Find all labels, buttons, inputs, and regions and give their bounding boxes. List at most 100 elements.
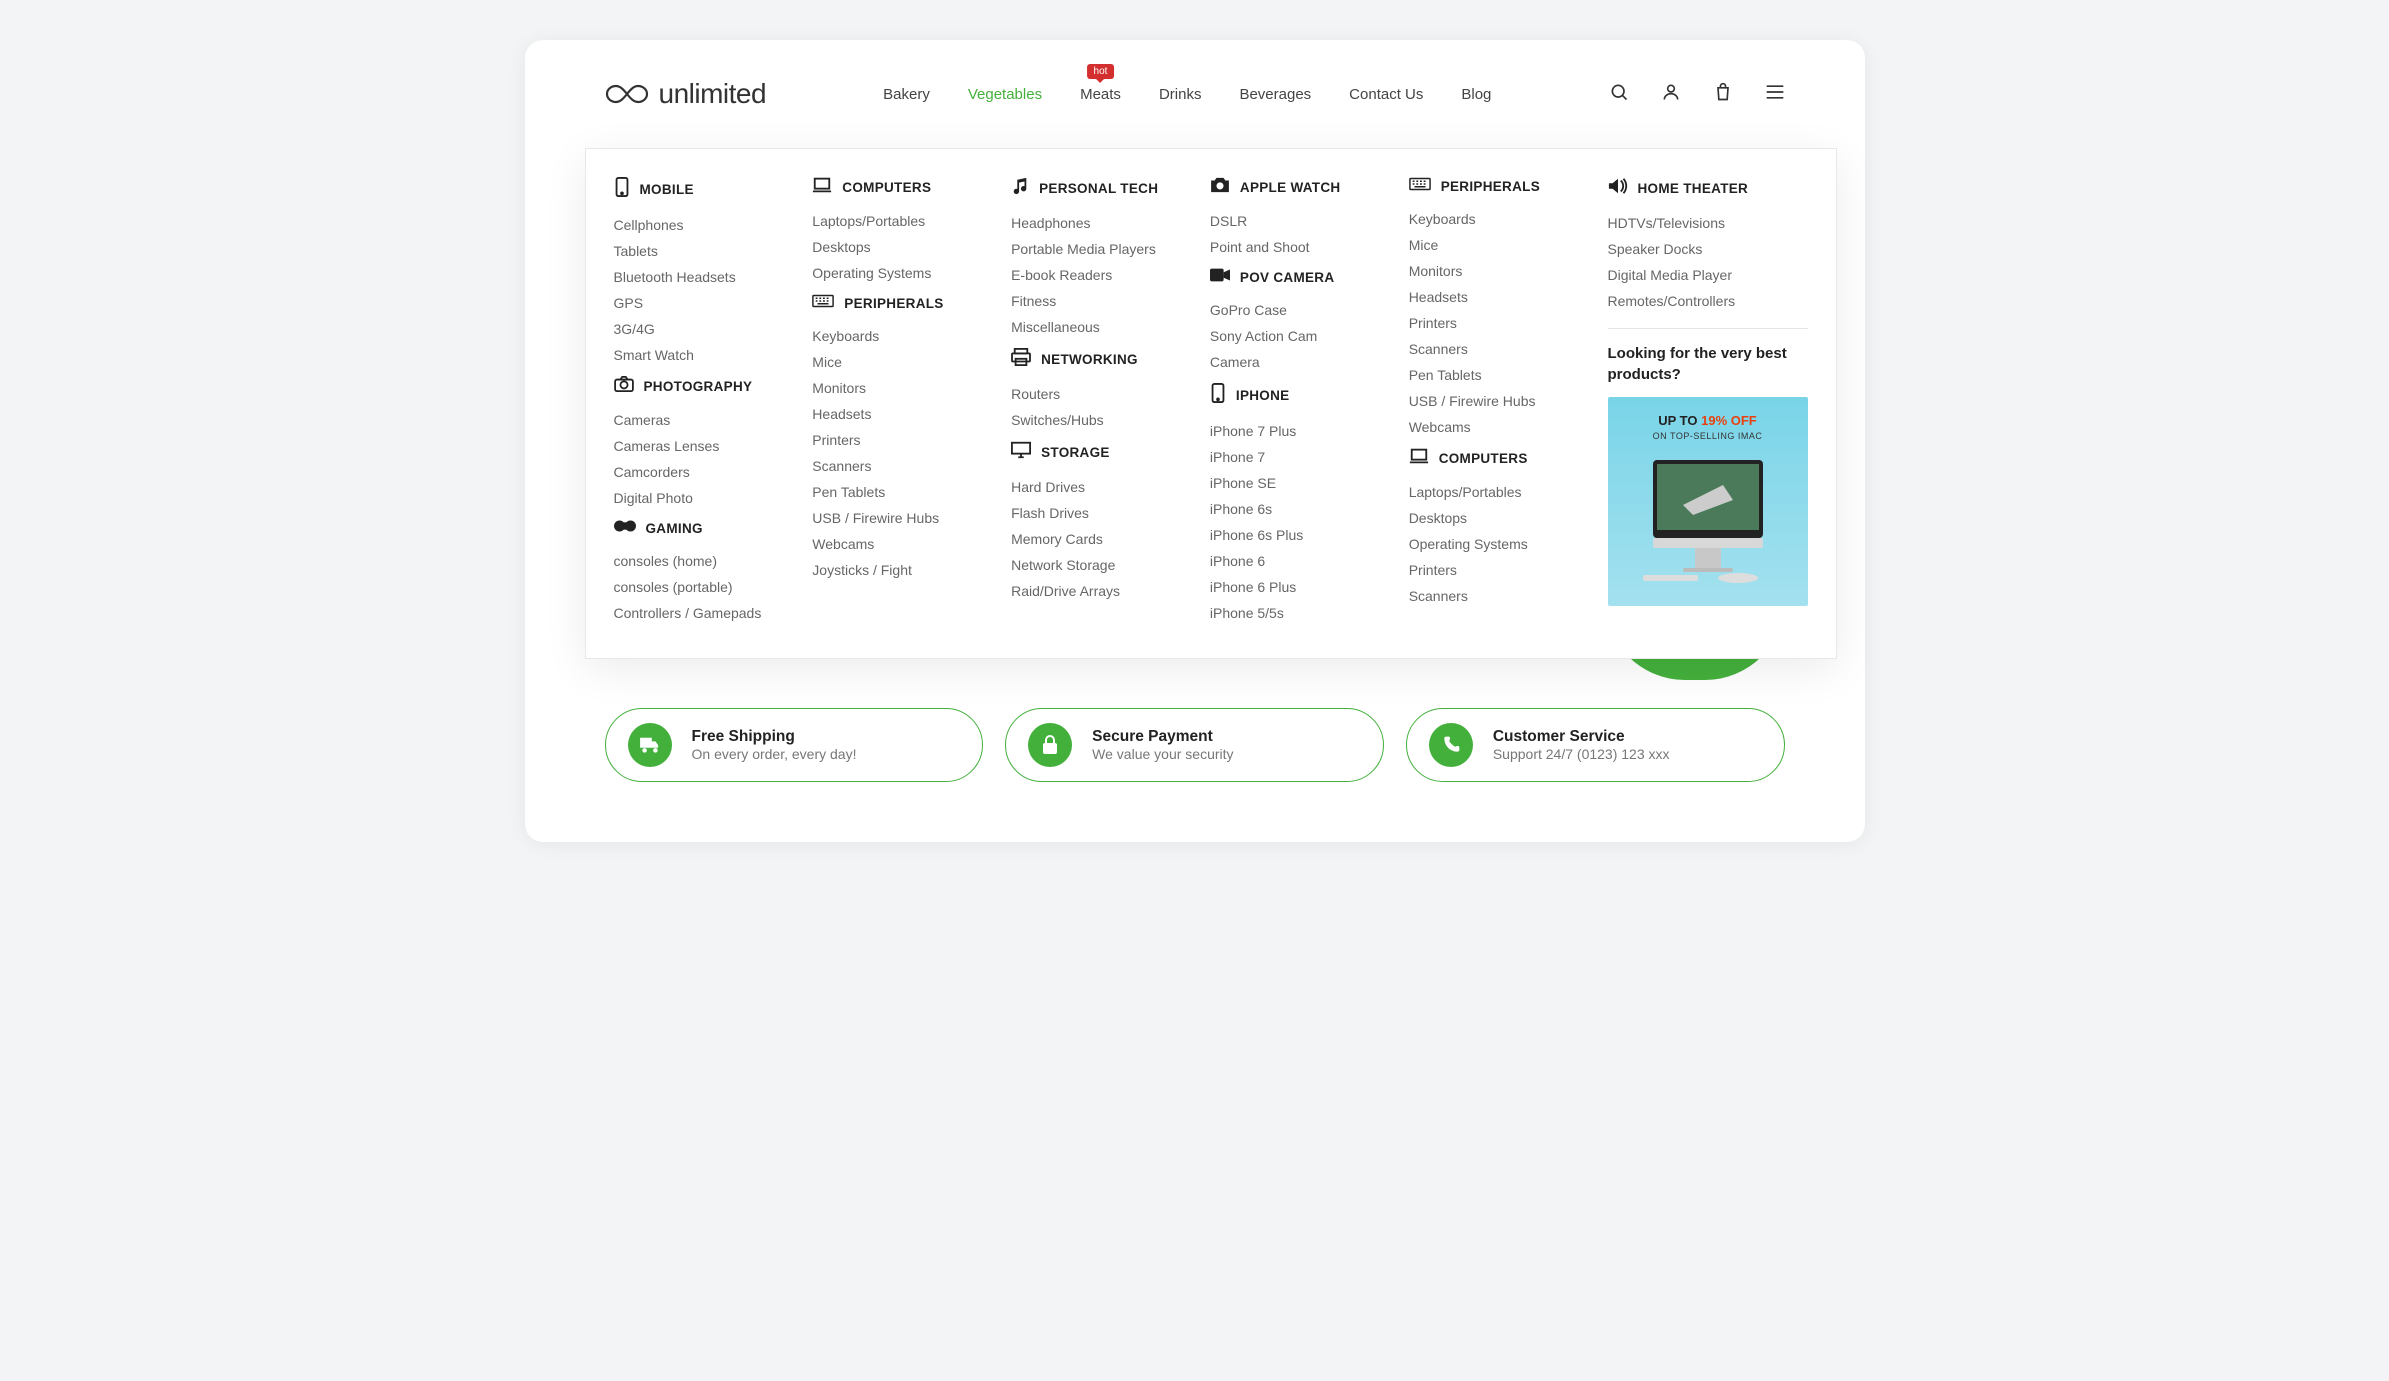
mega-link[interactable]: Keyboards xyxy=(1409,206,1580,232)
nav-meats[interactable]: hot Meats xyxy=(1080,86,1121,103)
mega-link[interactable]: iPhone 5/5s xyxy=(1210,600,1381,626)
mega-link[interactable]: Mice xyxy=(812,349,983,375)
mega-link[interactable]: Printers xyxy=(1409,557,1580,583)
mega-link[interactable]: iPhone 6s Plus xyxy=(1210,522,1381,548)
mega-link[interactable]: GPS xyxy=(614,290,785,316)
mega-link[interactable]: Webcams xyxy=(1409,414,1580,440)
mega-title: COMPUTERS xyxy=(1439,451,1528,466)
mega-link[interactable]: Cellphones xyxy=(614,212,785,238)
mega-link[interactable]: Digital Media Player xyxy=(1608,262,1808,288)
mega-link[interactable]: Digital Photo xyxy=(614,485,785,511)
mega-link[interactable]: Webcams xyxy=(812,531,983,557)
mega-link[interactable]: GoPro Case xyxy=(1210,297,1381,323)
divider xyxy=(1608,328,1808,329)
mega-heading: PERIPHERALS xyxy=(812,294,983,313)
mega-link[interactable]: Headsets xyxy=(1409,284,1580,310)
mega-link[interactable]: iPhone 6 Plus xyxy=(1210,574,1381,600)
mega-link[interactable]: USB / Firewire Hubs xyxy=(1409,388,1580,414)
mega-heading: STORAGE xyxy=(1011,441,1182,464)
mega-link[interactable]: Scanners xyxy=(812,453,983,479)
feature-title: Secure Payment xyxy=(1092,728,1233,746)
keyboard-icon xyxy=(1409,177,1431,196)
mega-link[interactable]: Mice xyxy=(1409,232,1580,258)
mega-link[interactable]: Fitness xyxy=(1011,288,1182,314)
mega-link[interactable]: Laptops/Portables xyxy=(812,208,983,234)
mega-link[interactable]: Headsets xyxy=(812,401,983,427)
mega-link[interactable]: Monitors xyxy=(812,375,983,401)
mega-link[interactable]: iPhone 7 xyxy=(1210,444,1381,470)
menu-icon[interactable] xyxy=(1765,84,1785,105)
mega-link[interactable]: Miscellaneous xyxy=(1011,314,1182,340)
search-icon[interactable] xyxy=(1609,82,1629,107)
mega-link[interactable]: Bluetooth Headsets xyxy=(614,264,785,290)
mega-link[interactable]: Operating Systems xyxy=(812,260,983,286)
user-icon[interactable] xyxy=(1661,82,1681,107)
phone-call-icon xyxy=(1429,723,1473,767)
mega-link[interactable]: Routers xyxy=(1011,381,1182,407)
mega-title: GAMING xyxy=(646,521,703,536)
mega-link[interactable]: Scanners xyxy=(1409,583,1580,609)
nav-blog[interactable]: Blog xyxy=(1461,86,1491,103)
mega-link[interactable]: iPhone 6s xyxy=(1210,496,1381,522)
mega-link[interactable]: consoles (portable) xyxy=(614,574,785,600)
mega-link[interactable]: 3G/4G xyxy=(614,316,785,342)
mega-link[interactable]: consoles (home) xyxy=(614,548,785,574)
mega-link[interactable]: Portable Media Players xyxy=(1011,236,1182,262)
mega-link[interactable]: Controllers / Gamepads xyxy=(614,600,785,626)
mega-link[interactable]: Raid/Drive Arrays xyxy=(1011,578,1182,604)
mega-link[interactable]: Laptops/Portables xyxy=(1409,479,1580,505)
nav-contact[interactable]: Contact Us xyxy=(1349,86,1423,103)
mega-link[interactable]: Speaker Docks xyxy=(1608,236,1808,262)
mega-link[interactable]: Memory Cards xyxy=(1011,526,1182,552)
mega-heading: PERSONAL TECH xyxy=(1011,177,1182,200)
mega-link[interactable]: Headphones xyxy=(1011,210,1182,236)
mega-link[interactable]: Hard Drives xyxy=(1011,474,1182,500)
mega-link[interactable]: Desktops xyxy=(812,234,983,260)
nav-bakery[interactable]: Bakery xyxy=(883,86,930,103)
mega-link[interactable]: Desktops xyxy=(1409,505,1580,531)
mega-link[interactable]: iPhone SE xyxy=(1210,470,1381,496)
nav-vegetables[interactable]: Vegetables xyxy=(968,86,1042,103)
mega-link[interactable]: Scanners xyxy=(1409,336,1580,362)
mega-title: PHOTOGRAPHY xyxy=(644,379,753,394)
mega-link[interactable]: DSLR xyxy=(1210,208,1381,234)
promo-banner[interactable]: UP TO 19% OFFON TOP-SELLING IMAC xyxy=(1608,397,1808,606)
mega-link[interactable]: Monitors xyxy=(1409,258,1580,284)
mega-link[interactable]: Sony Action Cam xyxy=(1210,323,1381,349)
mega-link[interactable]: Printers xyxy=(812,427,983,453)
truck-icon xyxy=(628,723,672,767)
mega-link[interactable]: Smart Watch xyxy=(614,342,785,368)
camera-solid-icon xyxy=(1210,177,1230,198)
mega-link[interactable]: iPhone 7 Plus xyxy=(1210,418,1381,444)
mega-link[interactable]: Camcorders xyxy=(614,459,785,485)
mega-link[interactable]: USB / Firewire Hubs xyxy=(812,505,983,531)
mega-link[interactable]: Joysticks / Fight xyxy=(812,557,983,583)
mega-link[interactable]: Operating Systems xyxy=(1409,531,1580,557)
mega-heading: MOBILE xyxy=(614,177,785,202)
mega-link[interactable]: Network Storage xyxy=(1011,552,1182,578)
mega-link[interactable]: Point and Shoot xyxy=(1210,234,1381,260)
cart-icon[interactable] xyxy=(1713,81,1733,108)
mega-title: PERIPHERALS xyxy=(1441,179,1540,194)
mega-link[interactable]: Pen Tablets xyxy=(1409,362,1580,388)
mega-link[interactable]: Printers xyxy=(1409,310,1580,336)
mega-link[interactable]: Switches/Hubs xyxy=(1011,407,1182,433)
mega-link[interactable]: Pen Tablets xyxy=(812,479,983,505)
mega-link[interactable]: Cameras Lenses xyxy=(614,433,785,459)
nav-drinks[interactable]: Drinks xyxy=(1159,86,1202,103)
logo[interactable]: unlimited xyxy=(605,78,767,110)
mega-link[interactable]: Cameras xyxy=(614,407,785,433)
mega-link[interactable]: Camera xyxy=(1210,349,1381,375)
mega-link[interactable]: iPhone 6 xyxy=(1210,548,1381,574)
speaker-icon xyxy=(1608,177,1628,200)
mega-link[interactable]: E-book Readers xyxy=(1011,262,1182,288)
mega-link[interactable]: HDTVs/Televisions xyxy=(1608,210,1808,236)
mega-title: NETWORKING xyxy=(1041,352,1138,367)
mega-link[interactable]: Keyboards xyxy=(812,323,983,349)
mega-link[interactable]: Tablets xyxy=(614,238,785,264)
mega-link[interactable]: Flash Drives xyxy=(1011,500,1182,526)
nav-beverages[interactable]: Beverages xyxy=(1239,86,1311,103)
monitor-icon xyxy=(1011,441,1031,464)
mega-title: IPHONE xyxy=(1236,388,1290,403)
mega-link[interactable]: Remotes/Controllers xyxy=(1608,288,1808,314)
